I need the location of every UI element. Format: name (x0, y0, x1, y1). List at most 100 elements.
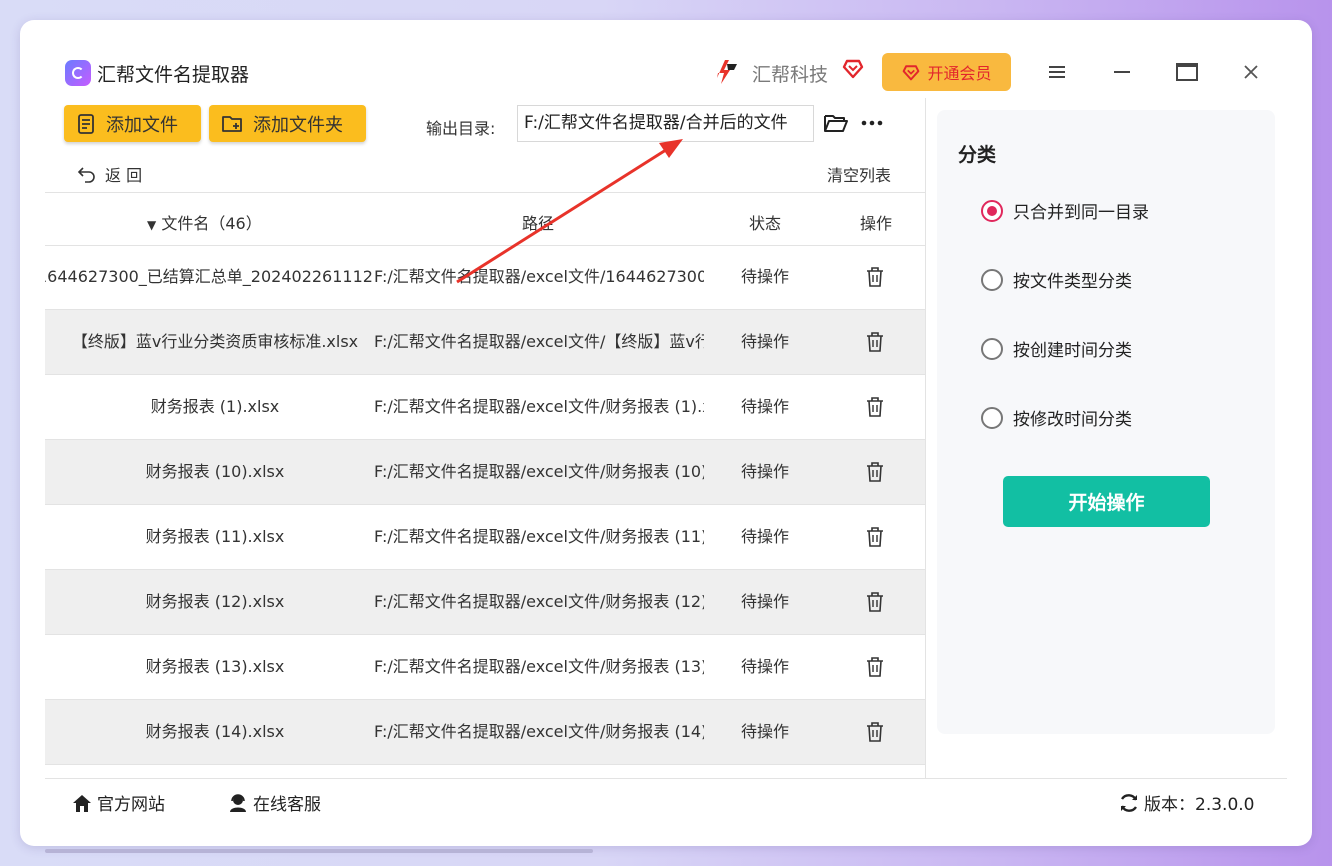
online-support-link[interactable]: 在线客服 (227, 790, 321, 815)
back-label: 返 回 (105, 166, 143, 185)
delete-icon[interactable] (860, 330, 890, 354)
classify-option-label: 按创建时间分类 (1013, 341, 1132, 361)
add-folder-icon (222, 115, 242, 132)
table-row[interactable]: 财务报表 (1).xlsx F:/汇帮文件名提取器/excel文件/财务报表 (1… (45, 375, 925, 440)
table-row[interactable]: 财务报表 (14).xlsx F:/汇帮文件名提取器/excel文件/财务报表 (… (45, 700, 925, 765)
back-button[interactable]: 返 回 (77, 162, 142, 186)
online-support-label: 在线客服 (253, 795, 321, 815)
classify-option-label: 按修改时间分类 (1013, 410, 1132, 430)
delete-icon[interactable] (860, 265, 890, 289)
delete-icon[interactable] (860, 590, 890, 614)
panel-title: 分类 (958, 144, 997, 166)
footer: 官方网站 在线客服 版本：2.3.0.0 (45, 778, 1287, 823)
output-dir-input[interactable]: F:/汇帮文件名提取器/合并后的文件 (517, 105, 814, 142)
delete-icon[interactable] (860, 720, 890, 744)
menu-icon[interactable] (1043, 58, 1071, 86)
maximize-icon[interactable] (1173, 58, 1201, 86)
diamond-heart-icon (842, 59, 864, 79)
file-name-cell: 财务报表 (11).xlsx (145, 527, 285, 546)
vip-button[interactable]: 开通会员 (882, 53, 1011, 91)
add-folder-label: 添加文件夹 (253, 114, 343, 136)
file-path-cell: F:/汇帮文件名提取器/excel文件/财务报表 (1).xlsx (374, 397, 704, 416)
file-path-cell: F:/汇帮文件名提取器/excel文件/【终版】蓝v行业分类 (374, 332, 704, 351)
delete-icon[interactable] (860, 525, 890, 549)
file-name-cell: 1644627300_已结算汇总单_20240226111259.csv (45, 267, 373, 286)
classify-option[interactable]: 按修改时间分类 (981, 405, 1132, 430)
radio-button[interactable] (981, 337, 1003, 360)
table-row[interactable]: 财务报表 (13).xlsx F:/汇帮文件名提取器/excel文件/财务报表 (… (45, 635, 925, 700)
table-row[interactable]: 财务报表 (10).xlsx F:/汇帮文件名提取器/excel文件/财务报表 (… (45, 440, 925, 505)
folder-open-icon[interactable] (823, 111, 849, 135)
delete-icon[interactable] (860, 460, 890, 484)
start-button[interactable]: 开始操作 (1003, 476, 1210, 527)
classify-option-label: 按文件类型分类 (1013, 272, 1132, 292)
title-bar: 汇帮文件名提取器 汇帮科技 开通会员 (45, 44, 1287, 98)
support-agent-icon (230, 793, 246, 812)
file-name-cell: 【终版】蓝v行业分类资质审核标准.xlsx (71, 332, 359, 351)
classify-option[interactable]: 按文件类型分类 (981, 267, 1132, 292)
add-file-icon (78, 113, 94, 134)
status-cell: 待操作 (740, 592, 789, 611)
app-title: 汇帮文件名提取器 (97, 64, 250, 86)
status-cell: 待操作 (740, 657, 789, 676)
close-icon[interactable] (1237, 58, 1265, 86)
app-logo-icon (65, 60, 91, 86)
table-row[interactable]: 1644627300_已结算汇总单_20240226111259.csvF:/汇… (45, 245, 925, 310)
vip-diamond-icon (903, 65, 920, 81)
file-name-cell: 财务报表 (13).xlsx (145, 657, 285, 676)
file-name-cell: 财务报表 (14).xlsx (145, 722, 285, 741)
brand-logo-icon (717, 60, 737, 84)
file-path-cell: F:/汇帮文件名提取器/excel文件/1644627300_已结算汇总单 (374, 267, 704, 286)
panel-divider (925, 98, 926, 778)
status-cell: 待操作 (740, 267, 789, 286)
file-name-cell: 财务报表 (12).xlsx (145, 592, 285, 611)
column-header-path: 路径 (522, 214, 555, 233)
file-path-cell: F:/汇帮文件名提取器/excel文件/财务报表 (11).xlsx (374, 527, 704, 546)
add-file-button[interactable]: 添加文件 (64, 105, 201, 142)
add-folder-button[interactable]: 添加文件夹 (209, 105, 366, 142)
version-info: 版本：2.3.0.0 (1118, 790, 1254, 815)
back-arrow-icon (77, 167, 95, 183)
add-file-label: 添加文件 (106, 114, 178, 136)
classify-option[interactable]: 按创建时间分类 (981, 336, 1132, 361)
file-name-cell: 财务报表 (1).xlsx (150, 397, 280, 416)
table-row[interactable]: 财务报表 (12).xlsx F:/汇帮文件名提取器/excel文件/财务报表 (… (45, 570, 925, 635)
file-path-cell: F:/汇帮文件名提取器/excel文件/财务报表 (13).xlsx (374, 657, 704, 676)
classify-option-label: 只合并到同一目录 (1013, 203, 1149, 223)
official-website-label: 官方网站 (97, 795, 165, 815)
delete-icon[interactable] (860, 655, 890, 679)
status-cell: 待操作 (740, 397, 789, 416)
file-path-cell: F:/汇帮文件名提取器/excel文件/财务报表 (14).xlsx (374, 722, 704, 741)
home-icon (73, 794, 91, 812)
table-row[interactable]: 【终版】蓝v行业分类资质审核标准.xlsx F:/汇帮文件名提取器/excel文件… (45, 310, 925, 375)
radio-button[interactable] (981, 199, 1003, 222)
file-table: ▼ 文件名（46） 路径 状态 操作 1644627300_已结算汇总单_202… (45, 192, 925, 779)
status-cell: 待操作 (740, 722, 789, 741)
table-row[interactable]: 财务报表 (11).xlsx F:/汇帮文件名提取器/excel文件/财务报表 (… (45, 505, 925, 570)
classify-option[interactable]: 只合并到同一目录 (981, 198, 1149, 223)
more-icon[interactable] (859, 113, 885, 133)
column-header-name[interactable]: ▼ 文件名（46） (147, 210, 262, 234)
official-website-link[interactable]: 官方网站 (71, 790, 165, 815)
brand-name: 汇帮科技 (752, 64, 829, 86)
delete-icon[interactable] (860, 395, 890, 419)
status-cell: 待操作 (740, 527, 789, 546)
app-window: 汇帮文件名提取器 汇帮科技 开通会员 添加文件 添加文件夹 输出目录: F:/汇… (45, 44, 1287, 822)
file-path-cell: F:/汇帮文件名提取器/excel文件/财务报表 (10).xlsx (374, 462, 704, 481)
minimize-icon[interactable] (1108, 58, 1136, 86)
radio-button[interactable] (981, 268, 1003, 291)
radio-button[interactable] (981, 406, 1003, 429)
classify-panel: 分类 只合并到同一目录 按文件类型分类 按创建时间分类 按修改时间分类 开始操作 (937, 110, 1275, 734)
file-path-cell: F:/汇帮文件名提取器/excel文件/财务报表 (12).xlsx (374, 592, 704, 611)
refresh-icon[interactable] (1118, 792, 1140, 814)
column-header-status: 状态 (749, 214, 782, 233)
file-name-cell: 财务报表 (10).xlsx (145, 462, 285, 481)
horizontal-scrollbar[interactable] (45, 849, 593, 853)
version-label: 版本：2.3.0.0 (1144, 795, 1255, 815)
status-cell: 待操作 (740, 462, 789, 481)
column-header-op: 操作 (860, 214, 893, 233)
table-header: ▼ 文件名（46） 路径 状态 操作 (45, 193, 925, 246)
vip-label: 开通会员 (927, 64, 992, 83)
status-cell: 待操作 (740, 332, 789, 351)
clear-list-button[interactable]: 清空列表 (827, 162, 891, 186)
